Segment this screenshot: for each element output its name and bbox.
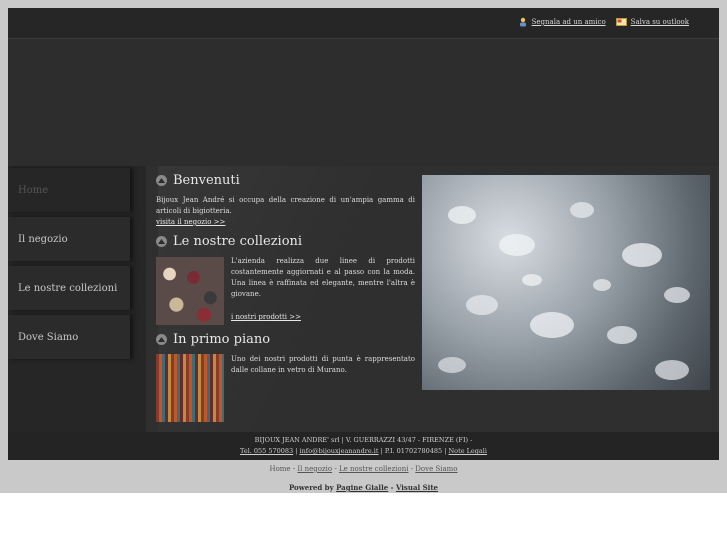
products-link[interactable]: i nostri prodotti >> [231, 313, 301, 321]
top-links: Segnala ad un amico Salva su outlook [519, 17, 689, 27]
benvenuti-title: Benvenuti [173, 173, 240, 188]
recommend-link-label: Segnala ad un amico [531, 18, 606, 26]
nav-item-dove-siamo[interactable]: Dove Siamo [8, 315, 130, 359]
crystals-image [438, 202, 690, 380]
bottom-nav-collezioni[interactable]: Le nostre collezioni [339, 465, 409, 473]
nav-item-label: Home [18, 184, 49, 196]
bottom-nav: Home - Il negozio - Le nostre collezioni… [269, 465, 458, 473]
benvenuti-heading: Benvenuti [156, 173, 240, 188]
nav-item-label: Dove Siamo [18, 331, 79, 343]
bottom-nav-dove[interactable]: Dove Siamo [415, 465, 457, 473]
recommend-link[interactable]: Segnala ad un amico [519, 17, 606, 27]
bottom-nav-negozio[interactable]: Il negozio [297, 465, 332, 473]
email-icon [615, 18, 627, 26]
visit-shop-link[interactable]: visita il negozio >> [156, 218, 225, 226]
footer-legal-link[interactable]: Note Legali [448, 447, 486, 455]
top-bar: Segnala ad un amico Salva su outlook [8, 8, 719, 39]
visual-site-link[interactable]: Visual Site [396, 483, 438, 492]
content-area: Home Il negozio Le nostre collezioni Dov… [8, 166, 719, 432]
primopiano-text: Uno dei nostri prodotti di punta è rappr… [231, 355, 415, 374]
site-frame: Segnala ad un amico Salva su outlook Hom… [8, 8, 719, 460]
nav-item-label: Le nostre collezioni [18, 282, 118, 294]
site-footer: BIJOUX JEAN ANDRE' srl | V. GUERRAZZI 43… [8, 432, 719, 460]
header-banner [8, 39, 719, 165]
arrow-up-icon [156, 236, 167, 247]
footer-email-link[interactable]: info@bijouxjeanandre.it [300, 447, 379, 455]
arrow-up-icon [156, 334, 167, 345]
nav-item-il-negozio[interactable]: Il negozio [8, 217, 130, 261]
footer-vat: P.I. 01702780485 [384, 447, 443, 455]
powered-label: Powered by [288, 483, 334, 492]
pagine-gialle-link[interactable]: Pagine Gialle [336, 483, 388, 492]
user-icon [519, 17, 526, 27]
footer-contacts: Tel. 055 570083 | info@bijouxjeanandre.i… [240, 447, 487, 455]
collezioni-text: L'azienda realizza due linee di prodotti… [231, 257, 415, 298]
benvenuti-text: Bijoux Jean André si occupa della creazi… [156, 196, 415, 215]
nav-item-home[interactable]: Home [8, 168, 130, 212]
collezioni-heading: Le nostre collezioni [156, 234, 302, 249]
featured-thumbnail [156, 354, 224, 422]
bottom-nav-home[interactable]: Home [269, 465, 290, 473]
arrow-up-icon [156, 175, 167, 186]
main-column: Benvenuti Bijoux Jean André si occupa de… [156, 166, 422, 432]
footer-address: BIJOUX JEAN ANDRE' srl | V. GUERRAZZI 43… [254, 436, 473, 444]
collection-thumbnail [156, 257, 224, 325]
primopiano-heading: In primo piano [156, 332, 270, 347]
powered-by: Powered by Pagine Gialle - Visual Site [288, 483, 438, 492]
outlook-link[interactable]: Salva su outlook [615, 17, 689, 27]
primopiano-title: In primo piano [173, 332, 271, 347]
crystals-photo [422, 175, 710, 390]
nav-item-collezioni[interactable]: Le nostre collezioni [8, 266, 130, 310]
collezioni-title: Le nostre collezioni [173, 234, 303, 249]
nav-item-label: Il negozio [18, 233, 68, 245]
footer-phone-link[interactable]: Tel. 055 570083 [240, 447, 293, 455]
outlook-link-label: Salva su outlook [630, 18, 689, 26]
sidebar-nav: Home Il negozio Le nostre collezioni Dov… [8, 166, 146, 432]
